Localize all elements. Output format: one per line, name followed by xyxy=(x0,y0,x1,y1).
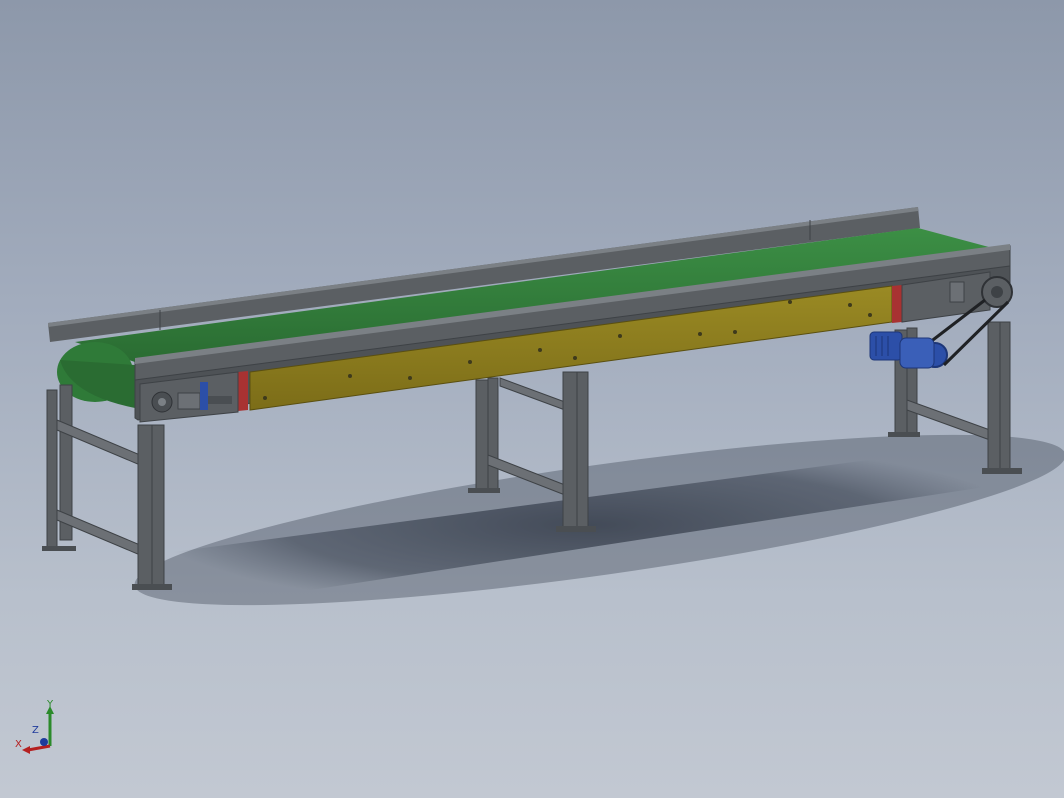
conveyor-model-view[interactable] xyxy=(0,0,1064,798)
orientation-triad: Y Z X xyxy=(10,700,70,760)
z-axis-dot xyxy=(40,738,48,746)
gear-motor xyxy=(869,331,935,369)
y-axis-label: Y xyxy=(47,699,54,710)
floor-shadow xyxy=(134,434,1064,610)
model-viewport[interactable]: Y Z X xyxy=(0,0,1064,798)
triad-axes xyxy=(22,706,54,754)
x-axis-arrow xyxy=(27,744,51,752)
x-axis-label: X xyxy=(15,739,22,750)
x-axis-arrowhead xyxy=(22,746,30,754)
z-axis-label: Z xyxy=(32,725,39,736)
